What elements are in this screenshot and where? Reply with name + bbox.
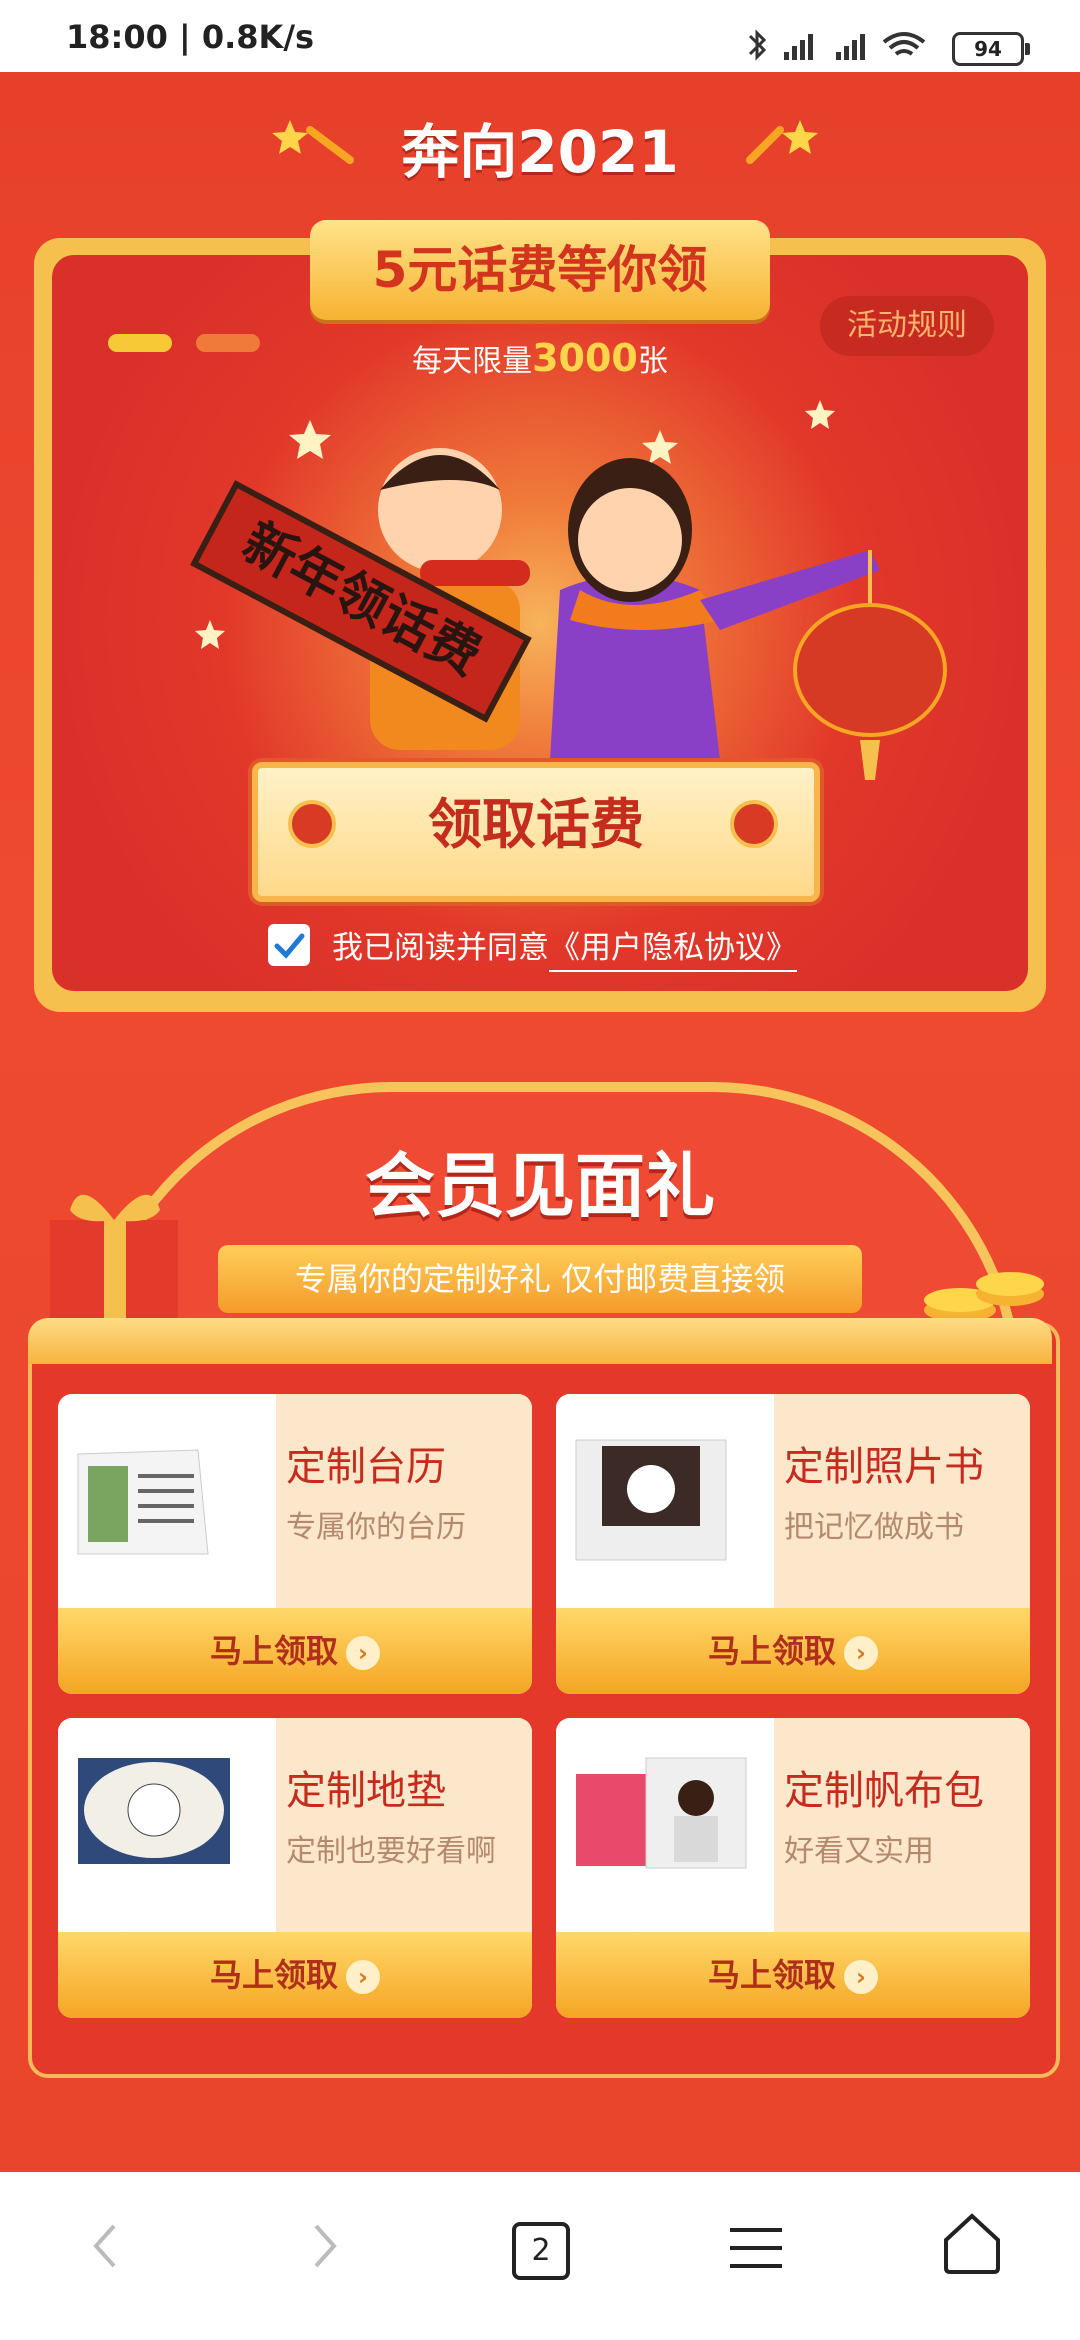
- agreement-text: 我已阅读并同意《用户隐私协议》: [332, 922, 797, 972]
- floor-mat-image: [78, 1758, 230, 1864]
- daily-limit-count: 3000: [532, 336, 638, 380]
- desk-calendar-image: [77, 1449, 209, 1555]
- back-arrow-icon[interactable]: [80, 2216, 130, 2276]
- agree-label: 我已阅读并同意: [332, 930, 549, 966]
- status-time: 18:00 | 0.8K/s: [66, 18, 315, 56]
- gift-card-photobook[interactable]: 定制照片书 把记忆做成书 马上领取 ›: [556, 1394, 1030, 1694]
- forward-arrow-icon[interactable]: [300, 2216, 350, 2276]
- calendar-thumbnail: [58, 1394, 276, 1608]
- member-panel-rim: [28, 1318, 1052, 1364]
- photobook-thumbnail: [556, 1394, 774, 1608]
- promo-banner: 5元话费等你领: [310, 220, 770, 320]
- gift-title: 定制帆布包: [784, 1768, 984, 1814]
- chevron-right-icon: ›: [346, 1960, 380, 1994]
- claim-now-label: 马上领取: [707, 1956, 836, 1994]
- chevron-right-icon: ›: [346, 1636, 380, 1670]
- wifi-icon: [882, 32, 926, 56]
- photo-book-image: [575, 1439, 727, 1561]
- gift-title: 定制照片书: [784, 1444, 984, 1490]
- claim-now-label: 马上领取: [209, 1956, 338, 1994]
- canvas-bag-image: [576, 1757, 747, 1869]
- gift-card-floormat[interactable]: 定制地垫 定制也要好看啊 马上领取 ›: [58, 1718, 532, 2018]
- network-speed: 0.8K/s: [201, 18, 315, 56]
- claim-fee-label: 领取话费: [428, 793, 644, 856]
- agree-checkbox[interactable]: [268, 924, 310, 966]
- member-title: 会员见面礼: [365, 1145, 715, 1227]
- gift-info: 定制台历 专属你的台历: [276, 1394, 532, 1608]
- privacy-agreement-link[interactable]: 《用户隐私协议》: [549, 930, 797, 972]
- gift-desc: 把记忆做成书: [784, 1510, 964, 1545]
- gift-card-calendar[interactable]: 定制台历 专属你的台历 马上领取 ›: [58, 1394, 532, 1694]
- daily-limit-prefix: 每天限量: [412, 344, 533, 379]
- signal-icons: [748, 29, 926, 61]
- gift-info: 定制地垫 定制也要好看啊: [276, 1718, 532, 1932]
- daily-limit-suffix: 张: [637, 344, 668, 379]
- gift-card-canvas-bag[interactable]: 定制帆布包 好看又实用 马上领取 ›: [556, 1718, 1030, 2018]
- claim-now-button[interactable]: 马上领取 ›: [58, 1608, 532, 1694]
- tabs-count-button[interactable]: 2: [512, 2222, 570, 2280]
- floormat-thumbnail: [58, 1718, 276, 1932]
- gift-desc: 好看又实用: [784, 1834, 934, 1869]
- clock-text: 18:00: [66, 18, 168, 56]
- claim-now-label: 马上领取: [209, 1632, 338, 1670]
- new-year-illustration: 新年领话费: [190, 400, 947, 780]
- claim-now-label: 马上领取: [707, 1632, 836, 1670]
- menu-icon[interactable]: [726, 2220, 786, 2276]
- gift-title: 定制台历: [286, 1444, 446, 1490]
- chevron-right-icon: ›: [844, 1960, 878, 1994]
- claim-now-button[interactable]: 马上领取 ›: [58, 1932, 532, 2018]
- gift-info: 定制照片书 把记忆做成书: [774, 1394, 1030, 1608]
- battery-icon: 94: [952, 32, 1030, 66]
- home-icon[interactable]: [940, 2210, 1004, 2276]
- chevron-right-icon: ›: [844, 1636, 878, 1670]
- claim-now-button[interactable]: 马上领取 ›: [556, 1932, 1030, 2018]
- gift-desc: 专属你的台历: [286, 1510, 466, 1545]
- member-subtitle: 专属你的定制好礼 仅付邮费直接领: [218, 1245, 862, 1313]
- daily-limit-text: 每天限量3000张: [0, 336, 1080, 380]
- canvas-bag-thumbnail: [556, 1718, 774, 1932]
- cellular-signal-icon: [784, 34, 865, 60]
- claim-now-button[interactable]: 马上领取 ›: [556, 1608, 1030, 1694]
- bluetooth-icon: [748, 29, 767, 61]
- gift-desc: 定制也要好看啊: [286, 1834, 496, 1869]
- gift-title: 定制地垫: [286, 1768, 446, 1814]
- gift-info: 定制帆布包 好看又实用: [774, 1718, 1030, 1932]
- page-title: 奔向2021: [401, 118, 679, 186]
- checkmark-icon: [274, 933, 305, 959]
